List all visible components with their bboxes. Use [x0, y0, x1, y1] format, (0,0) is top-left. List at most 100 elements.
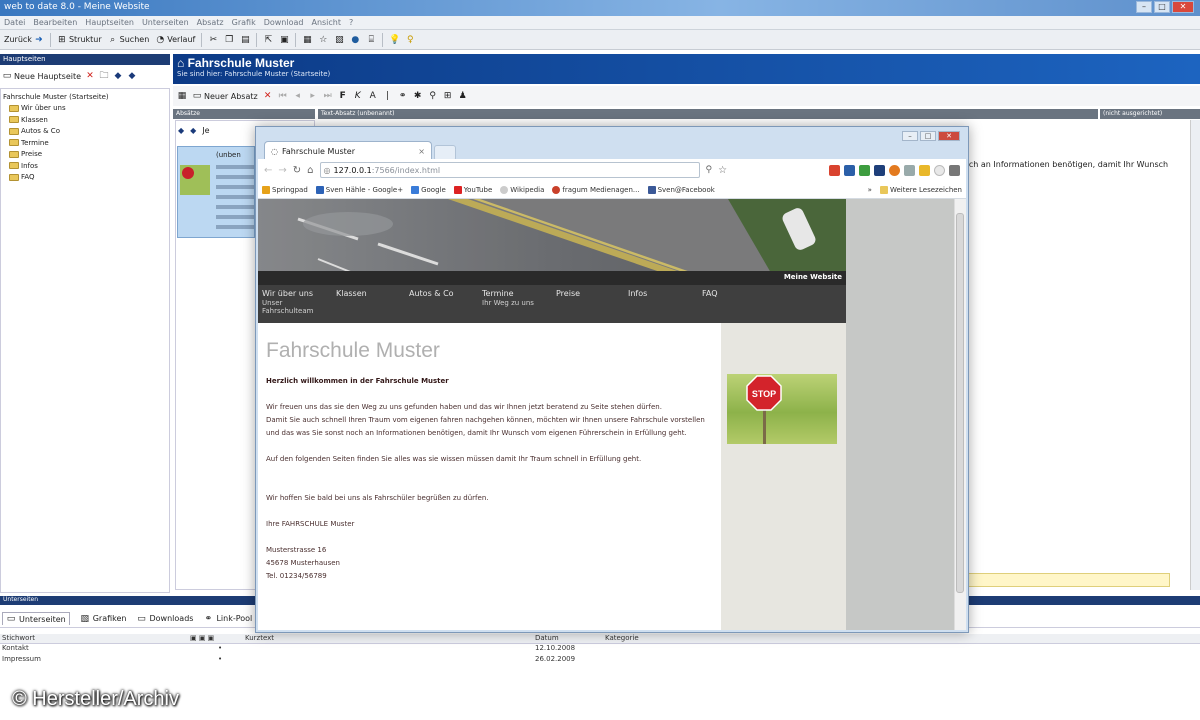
- extension-blue-icon[interactable]: [844, 164, 855, 176]
- bookmarks-more-icon[interactable]: »: [868, 186, 872, 194]
- paste-icon[interactable]: ▤: [240, 35, 250, 45]
- copy-icon[interactable]: ❐: [224, 35, 234, 45]
- zoom-icon[interactable]: [934, 164, 945, 176]
- calendar-icon[interactable]: ▦: [177, 91, 187, 101]
- document-search-icon[interactable]: ⌸: [366, 35, 376, 45]
- italic-icon[interactable]: K: [353, 91, 363, 101]
- address-bar[interactable]: ◎ 127.0.0.1:7566/index.html: [319, 162, 700, 178]
- nav-infos[interactable]: Infos: [628, 289, 647, 298]
- tab-graphics[interactable]: ▧ Grafiken: [80, 614, 126, 624]
- table-icon[interactable]: ⊞: [443, 91, 453, 101]
- link-icon[interactable]: ⚭: [398, 91, 408, 101]
- other-bookmarks[interactable]: Weitere Lesezeichen: [879, 185, 962, 194]
- bold-icon[interactable]: F: [338, 91, 348, 101]
- text-editor[interactable]: och an Informationen benötigen, damit Ih…: [960, 120, 1192, 590]
- table-row[interactable]: Impressum • 26.02.2009: [0, 655, 1200, 666]
- browser-minimize-button[interactable]: –: [902, 131, 918, 141]
- browser-scrollbar-thumb[interactable]: [956, 213, 964, 593]
- bookmark-item[interactable]: Google: [411, 185, 446, 194]
- menu-unterseiten[interactable]: Unterseiten: [142, 18, 189, 27]
- home-icon[interactable]: ⌂: [307, 165, 313, 176]
- image-icon[interactable]: ▧: [334, 35, 344, 45]
- menu-datei[interactable]: Datei: [4, 18, 25, 27]
- new-paragraph-button[interactable]: ▭ Neuer Absatz: [192, 91, 258, 101]
- maximize-button[interactable]: □: [1154, 1, 1170, 13]
- col-shorttext[interactable]: Kurztext: [245, 634, 535, 643]
- lightbulb-icon[interactable]: ⚲: [706, 165, 713, 175]
- move-up-icon[interactable]: ◆: [113, 71, 123, 81]
- menu-bearbeiten[interactable]: Bearbeiten: [33, 18, 77, 27]
- minimize-button[interactable]: –: [1136, 1, 1152, 13]
- bookmark-item[interactable]: Wikipedia: [500, 185, 544, 194]
- col-category[interactable]: Kategorie: [605, 634, 725, 643]
- menu-absatz[interactable]: Absatz: [197, 18, 224, 27]
- project-icon[interactable]: ▦: [302, 35, 312, 45]
- tab-subpages[interactable]: ▭ Unterseiten: [2, 612, 70, 625]
- extension-green-icon[interactable]: [859, 164, 870, 176]
- next-icon[interactable]: ▸: [308, 91, 318, 101]
- delete-icon[interactable]: ✕: [85, 71, 95, 81]
- browser-tab[interactable]: ◌ Fahrschule Muster ×: [264, 141, 432, 161]
- anchor-icon[interactable]: ⚲: [428, 91, 438, 101]
- forward-arrow-icon[interactable]: →: [278, 165, 286, 176]
- nav-wir-ueber-uns[interactable]: Wir über uns: [262, 289, 313, 298]
- menu-ansicht[interactable]: Ansicht: [311, 18, 341, 27]
- tree-item[interactable]: Klassen: [3, 114, 167, 126]
- bookmark-item[interactable]: YouTube: [453, 185, 492, 194]
- bookmark-item[interactable]: Sven Hähle - Google+: [315, 185, 403, 194]
- browser-close-button[interactable]: ✕: [938, 131, 960, 141]
- close-tab-icon[interactable]: ×: [418, 147, 425, 156]
- extension-red-icon[interactable]: [829, 164, 840, 176]
- bookmark-item[interactable]: Springpad: [262, 185, 308, 194]
- table-row[interactable]: Kontakt • 12.10.2008: [0, 644, 1200, 655]
- bookmark-item[interactable]: fragum Medienagen...: [552, 185, 640, 194]
- menu-help[interactable]: ?: [349, 18, 353, 27]
- last-icon[interactable]: ⏭: [323, 91, 333, 101]
- extension-yellow-icon[interactable]: [919, 164, 930, 176]
- tree-item[interactable]: Termine: [3, 137, 167, 149]
- globe-icon[interactable]: ●: [350, 35, 360, 45]
- nav-sub-weg[interactable]: Ihr Weg zu uns: [482, 299, 534, 307]
- back-arrow-icon[interactable]: ←: [264, 165, 272, 176]
- bulb-icon[interactable]: 💡: [389, 35, 400, 45]
- up-icon[interactable]: ◆: [178, 126, 184, 135]
- delete-icon[interactable]: ✕: [263, 91, 273, 101]
- browser-maximize-button[interactable]: □: [920, 131, 936, 141]
- menu-download[interactable]: Download: [264, 18, 304, 27]
- tab-downloads[interactable]: ▭ Downloads: [137, 614, 193, 624]
- tab-link-pool[interactable]: ⚭ Link-Pool: [203, 614, 253, 624]
- menu-hauptseiten[interactable]: Hauptseiten: [85, 18, 134, 27]
- wrench-icon[interactable]: [949, 164, 960, 176]
- prev-icon[interactable]: ◂: [293, 91, 303, 101]
- extension-navy-icon[interactable]: [874, 164, 885, 176]
- nav-autos[interactable]: Autos & Co: [409, 289, 454, 298]
- paragraph-thumbnail[interactable]: (unben: [177, 146, 255, 238]
- reload-icon[interactable]: ↻: [293, 165, 301, 176]
- tree-item[interactable]: Preise: [3, 149, 167, 161]
- pin-icon[interactable]: ♀: [405, 35, 415, 45]
- tree-item[interactable]: Autos & Co: [3, 126, 167, 138]
- first-icon[interactable]: ⏮: [278, 91, 288, 101]
- history-button[interactable]: ◔ Verlauf: [155, 35, 195, 45]
- extension-orange-icon[interactable]: [889, 164, 900, 176]
- search-button[interactable]: ⌕ Suchen: [108, 35, 149, 45]
- bookmark-item[interactable]: Sven@Facebook: [647, 185, 715, 194]
- cursor-icon[interactable]: |: [383, 91, 393, 101]
- tree-root[interactable]: Fahrschule Muster (Startseite): [3, 91, 167, 103]
- cut-icon[interactable]: ✂: [208, 35, 218, 45]
- new-main-page-button[interactable]: ▭ Neue Hauptseite: [2, 71, 81, 81]
- extension-gray-icon[interactable]: [904, 164, 915, 176]
- nav-klassen[interactable]: Klassen: [336, 289, 367, 298]
- preview-icon[interactable]: ▣: [279, 35, 289, 45]
- nav-preise[interactable]: Preise: [556, 289, 580, 298]
- tree-item[interactable]: Infos: [3, 160, 167, 172]
- nav-termine[interactable]: Termine: [482, 289, 514, 298]
- col-date[interactable]: Datum: [535, 634, 605, 643]
- image-insert-icon[interactable]: ✱: [413, 91, 423, 101]
- menu-grafik[interactable]: Grafik: [232, 18, 256, 27]
- bookmark-star-icon[interactable]: ☆: [718, 165, 727, 176]
- tree-item[interactable]: Wir über uns: [3, 103, 167, 115]
- nav-faq[interactable]: FAQ: [702, 289, 718, 298]
- col-keyword[interactable]: Stichwort: [0, 634, 190, 643]
- back-button[interactable]: Zurück ➜: [4, 35, 44, 45]
